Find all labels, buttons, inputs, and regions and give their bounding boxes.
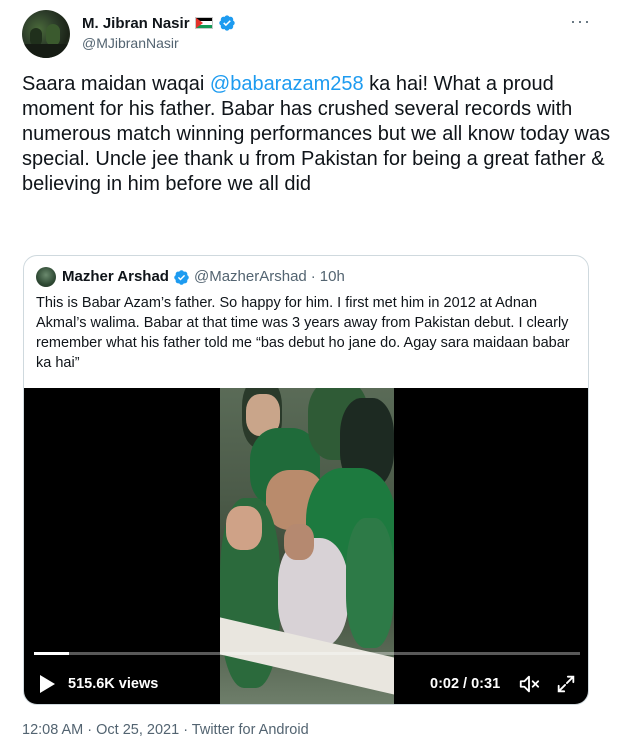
play-icon[interactable] [38,674,56,694]
quoted-author-avatar [36,267,56,287]
video-frame [220,388,394,704]
quoted-time-ago: 10h [319,268,345,285]
quoted-tweet[interactable]: Mazher Arshad @MazherArshad · 10h This i… [23,255,589,705]
video-player[interactable]: 515.6K views 0:02 / 0:31 [24,388,588,704]
author-avatar[interactable] [22,10,70,58]
author-display-name[interactable]: M. Jibran Nasir [82,15,190,32]
video-progress-fill [34,652,70,655]
verified-badge-icon [218,15,235,31]
author-name-row: M. Jibran Nasir [82,14,236,32]
quoted-author-name: Mazher Arshad [62,268,169,285]
palestine-flag-icon [194,17,213,29]
video-progress-bar[interactable] [34,652,580,655]
verified-badge-icon [174,269,189,285]
quoted-tweet-header: Mazher Arshad @MazherArshad · 10h [62,267,345,287]
fullscreen-expand-icon[interactable] [555,673,577,695]
more-options-icon[interactable]: ··· [570,12,591,30]
mention-link[interactable]: @babarazam258 [210,73,364,95]
quoted-tweet-text: This is Babar Azam’s father. So happy fo… [36,295,570,371]
video-time-display: 0:02 / 0:31 [430,676,501,692]
muted-speaker-icon[interactable] [518,673,540,695]
quoted-author-handle: @MazherArshad [193,268,307,285]
tweet-text: Saara maidan waqai @babarazam258 ka hai!… [22,72,612,197]
tweet: M. Jibran Nasir @MJibranNasir ··· Saara … [0,0,618,744]
quoted-separator: · [310,268,316,285]
video-view-count: 515.6K views [68,676,159,692]
author-handle[interactable]: @MJibranNasir [82,35,179,51]
tweet-timestamp[interactable]: 12:08 AM · Oct 25, 2021 · Twitter for An… [22,722,309,738]
tweet-text-before: Saara maidan waqai [22,73,210,95]
